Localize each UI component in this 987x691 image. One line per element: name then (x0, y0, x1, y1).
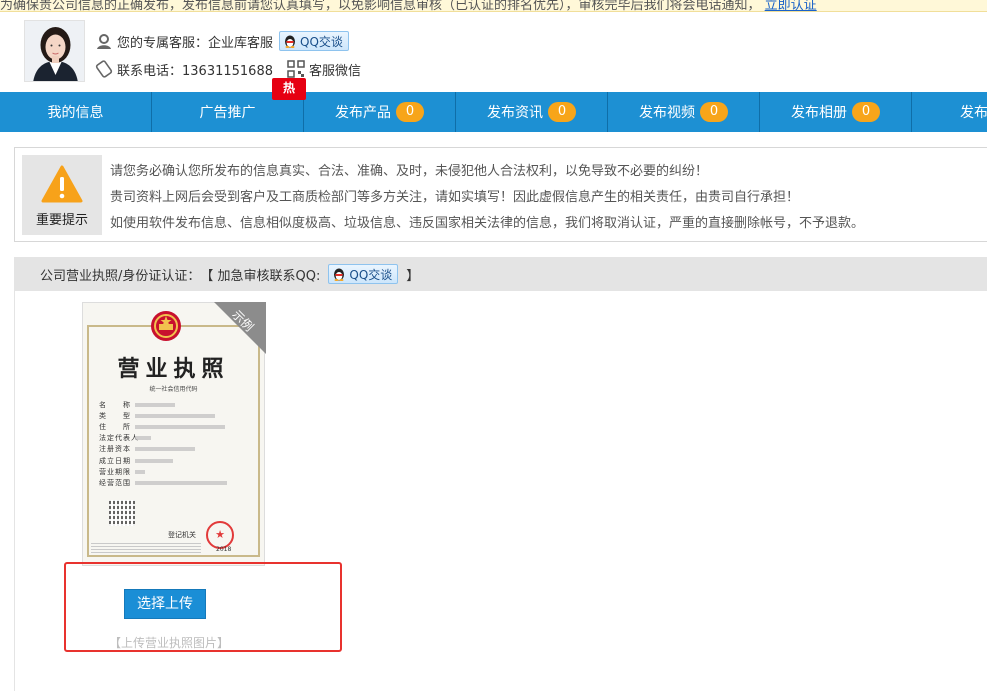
phone-icon (95, 60, 113, 78)
qq-penguin-icon (334, 268, 345, 281)
notice-icon-label: 重要提示 (35, 213, 88, 228)
upload-hint: 【上传营业执照图片】 (109, 636, 230, 650)
license-year: 2018 (216, 546, 232, 553)
top-notice-bar: 为确保贵公司信息的正确发布，发布信息前请您认真填写，以免影响信息审核（已认证的排… (0, 0, 987, 12)
bracket-close: 】 (406, 268, 420, 284)
license-field: 成立日期 (99, 455, 227, 466)
qq-chat-button[interactable]: QQ交谈 (279, 31, 349, 51)
notice-icon-box: 重要提示 (22, 155, 102, 235)
service-row: 您的专属客服：企业库客服 QQ交谈 (95, 30, 349, 52)
license-field: 营业期限 (99, 466, 227, 477)
license-field: 经营范围 (99, 477, 227, 488)
customer-service-icon (95, 32, 113, 50)
important-notice: 重要提示 请您务必确认您所发布的信息真实、合法、准确、及时，未侵犯他人合法权利，… (14, 147, 987, 242)
phone-label: 联系电话：13631151688 (117, 63, 273, 79)
license-field: 法定代表人 (99, 433, 227, 444)
license-field: 类 型 (99, 410, 227, 421)
main-nav: 我的信息 广告推广 发布产品0 发布资讯0 发布视频0 发布相册0 发布画册 (0, 92, 987, 132)
certification-bar: 公司营业执照/身份证认证： 【 加急审核联系QQ: QQ交谈 】 (14, 257, 987, 291)
license-seal: ★ (206, 521, 234, 549)
license-fine-print (91, 543, 201, 553)
nav-my-info[interactable]: 我的信息 (0, 92, 152, 132)
urgent-review-label: 【 加急审核联系QQ: (200, 268, 321, 284)
license-field: 注册资本 (99, 444, 227, 455)
top-notice-text: 为确保贵公司信息的正确发布，发布信息前请您认真填写，以免影响信息审核（已认证的排… (0, 0, 817, 12)
nav-publish-albums[interactable]: 发布相册 0 (760, 92, 912, 132)
qr-code-icon[interactable] (287, 60, 305, 78)
hot-badge: 热 (272, 78, 306, 100)
license-fields: 名 称 类 型 住 所 法定代表人 注册资本 成立日期 营业期限 经营范围 (99, 399, 227, 489)
count-badge: 0 (852, 102, 880, 122)
avatar (24, 20, 85, 82)
notice-line-2: 贵司资料上网后会受到客户及工商质检部门等多方关注，请如实填写！因此虚假信息产生的… (110, 190, 800, 205)
qq-penguin-icon (285, 35, 296, 48)
service-label: 您的专属客服：企业库客服 (117, 35, 274, 51)
license-code-label: 统一社会信用代码 (149, 386, 198, 393)
count-badge: 0 (396, 102, 424, 122)
select-upload-button[interactable]: 选择上传 (124, 589, 206, 619)
license-field: 住 所 (99, 421, 227, 432)
urgent-qq-chat-button[interactable]: QQ交谈 (328, 264, 399, 284)
warning-icon (41, 165, 83, 203)
license-title: 营业执照 (117, 356, 230, 382)
nav-publish-news[interactable]: 发布资讯 0 (456, 92, 608, 132)
license-registry-label: 登记机关 (168, 531, 196, 539)
sample-ribbon: 示例 (214, 302, 266, 354)
notice-line-3: 如使用软件发布信息、信息相似度极高、垃圾信息、违反国家相关法律的信息，我们将取消… (110, 216, 865, 231)
national-emblem-icon (151, 311, 181, 341)
certify-link[interactable]: 立即认证 (765, 0, 817, 11)
phone-row: 联系电话：13631151688 客服微信 (95, 58, 361, 80)
license-field: 名 称 (99, 399, 227, 410)
wechat-label[interactable]: 客服微信 (309, 60, 361, 79)
certification-label: 公司营业执照/身份证认证： (40, 268, 201, 284)
nav-publish-products[interactable]: 发布产品 0 (304, 92, 456, 132)
nav-publish-brochures[interactable]: 发布画册 (912, 92, 987, 132)
count-badge: 0 (700, 102, 728, 122)
count-badge: 0 (548, 102, 576, 122)
notice-line-1: 请您务必确认您所发布的信息真实、合法、准确、及时，未侵犯他人合法权利，以免导致不… (110, 164, 709, 179)
nav-publish-videos[interactable]: 发布视频 0 (608, 92, 760, 132)
